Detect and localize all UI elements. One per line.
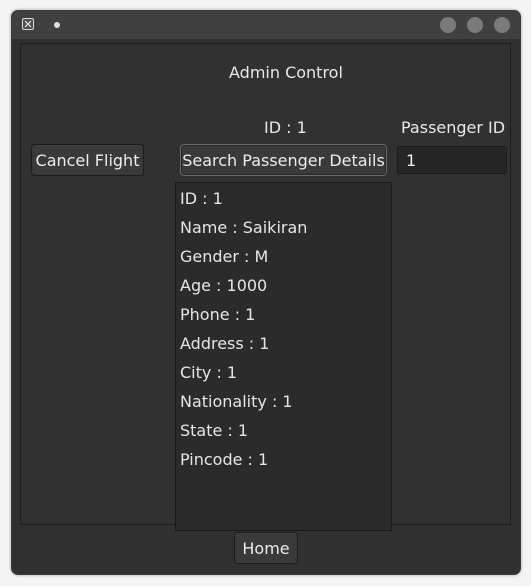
detail-address: Address : 1	[180, 334, 270, 353]
minimize-button[interactable]	[440, 17, 456, 33]
maximize-button[interactable]	[467, 17, 483, 33]
detail-state: State : 1	[180, 421, 249, 440]
home-button[interactable]: Home	[234, 532, 298, 564]
app-window: Admin Control ID : 1 Passenger ID Cancel…	[11, 10, 521, 575]
cancel-flight-button[interactable]: Cancel Flight	[31, 144, 144, 176]
passenger-details-list[interactable]: ID : 1 Name : Saikiran Gender : M Age : …	[175, 182, 392, 531]
detail-gender: Gender : M	[180, 247, 269, 266]
detail-pincode: Pincode : 1	[180, 450, 269, 469]
detail-city: City : 1	[180, 363, 238, 382]
detail-age: Age : 1000	[180, 276, 268, 295]
main-panel: Admin Control ID : 1 Passenger ID Cancel…	[20, 43, 511, 531]
passenger-id-input[interactable]	[397, 146, 507, 174]
id-label: ID : 1	[264, 118, 307, 137]
detail-phone: Phone : 1	[180, 305, 256, 324]
search-passenger-details-button[interactable]: Search Passenger Details	[180, 144, 387, 176]
detail-nationality: Nationality : 1	[180, 392, 293, 411]
page-title: Admin Control	[229, 63, 343, 82]
app-x-icon	[22, 18, 34, 30]
close-button[interactable]	[494, 17, 510, 33]
detail-name: Name : Saikiran	[180, 218, 308, 237]
passenger-id-label: Passenger ID	[401, 118, 506, 137]
detail-id: ID : 1	[180, 189, 223, 208]
title-bar[interactable]	[12, 11, 520, 39]
window-menu-dot-icon[interactable]	[54, 22, 60, 28]
